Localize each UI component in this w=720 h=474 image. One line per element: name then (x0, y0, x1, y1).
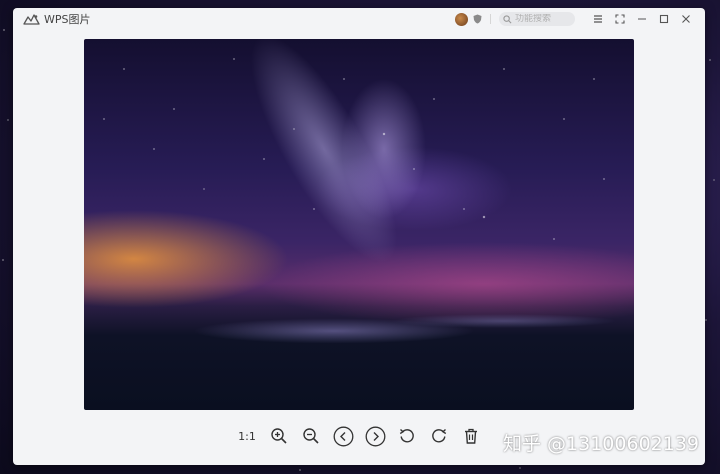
photo-water-reflection (84, 301, 634, 361)
app-brand: WPS图片 (23, 11, 91, 27)
title-bar[interactable]: WPS图片 (13, 8, 705, 30)
zoom-in-button[interactable] (268, 425, 290, 447)
search-input[interactable] (515, 14, 571, 24)
zoom-out-button[interactable] (300, 425, 322, 447)
chevron-right-icon (365, 426, 385, 446)
maximize-icon (659, 14, 669, 24)
actual-size-button[interactable]: 1:1 (236, 425, 258, 447)
minimize-button[interactable] (631, 8, 653, 30)
app-title: WPS图片 (44, 13, 91, 26)
rotate-right-icon (432, 428, 447, 443)
search-box[interactable] (499, 12, 575, 26)
user-avatar[interactable] (455, 12, 468, 26)
zoom-in-icon (271, 428, 287, 444)
close-button[interactable] (675, 8, 697, 30)
title-bar-controls (455, 8, 697, 30)
trash-icon (465, 428, 477, 444)
minimize-icon (638, 18, 646, 20)
chevron-left-icon (333, 426, 353, 446)
title-divider (490, 14, 491, 24)
wps-photo-logo-icon (23, 14, 40, 25)
photo-viewer-window: WPS图片 功能搜索 1:1 (13, 8, 705, 465)
fullscreen-button[interactable] (609, 8, 631, 30)
delete-button[interactable] (460, 425, 482, 447)
previous-button[interactable] (332, 425, 354, 447)
maximize-button[interactable] (653, 8, 675, 30)
rotate-right-button[interactable] (428, 425, 450, 447)
watermark: 知乎 @13100602139 (503, 433, 700, 455)
zoom-out-icon (303, 428, 319, 444)
shield-icon[interactable] (473, 14, 482, 24)
rotate-left-icon (399, 428, 414, 443)
rotate-left-button[interactable] (396, 425, 418, 447)
close-icon (682, 15, 690, 23)
search-icon (503, 14, 512, 23)
menu-button[interactable] (587, 8, 609, 30)
menu-icon (594, 15, 602, 23)
fullscreen-icon (615, 14, 625, 24)
actual-size-label: 1:1 (238, 429, 256, 443)
photo-canvas[interactable] (84, 39, 634, 410)
next-button[interactable] (364, 425, 386, 447)
